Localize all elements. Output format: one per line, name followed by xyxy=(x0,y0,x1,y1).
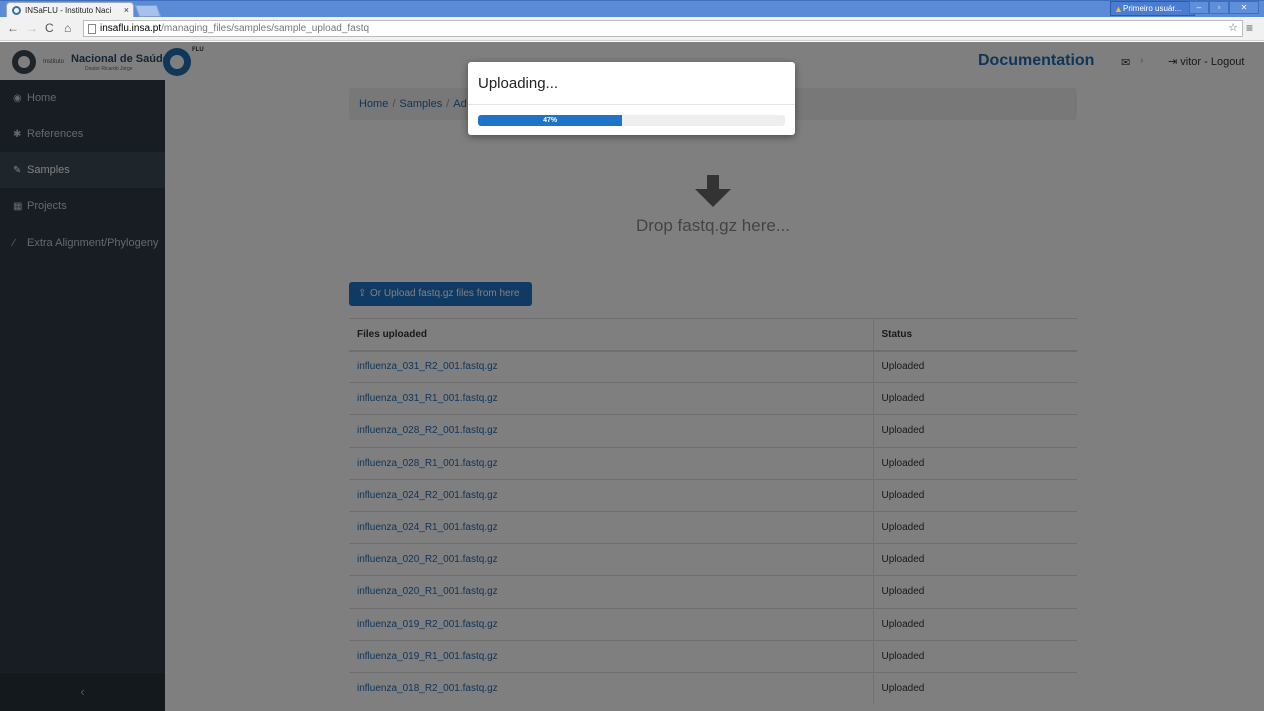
favicon-icon xyxy=(12,6,21,15)
modal-title: Uploading... xyxy=(478,75,559,92)
menu-icon[interactable]: ≡ xyxy=(1246,21,1253,35)
upload-progress-track: 47% xyxy=(478,115,785,126)
forward-icon[interactable]: → xyxy=(26,21,38,35)
upload-progress-bar: 47% xyxy=(478,115,623,126)
new-tab-button[interactable] xyxy=(134,5,162,17)
page-icon xyxy=(88,24,96,34)
close-window-button[interactable]: ✕ xyxy=(1229,1,1259,14)
home-icon[interactable]: ⌂ xyxy=(64,21,71,35)
tab-title: INSaFLU - Instituto Naci xyxy=(25,6,112,15)
window-controls: – ▫ ✕ xyxy=(1189,1,1259,14)
browser-tab-strip: INSaFLU - Instituto Naci × ▲ Primeiro us… xyxy=(0,0,1264,18)
minimize-button[interactable]: – xyxy=(1189,1,1209,14)
warning-icon: ▲ xyxy=(1114,4,1123,14)
restore-button[interactable]: ▫ xyxy=(1209,1,1229,14)
browser-tab[interactable]: INSaFLU - Instituto Naci × xyxy=(6,2,134,18)
url-host: insaflu.insa.pt xyxy=(100,23,162,34)
back-icon[interactable]: ← xyxy=(7,21,19,35)
bookmark-star-icon[interactable]: ☆ xyxy=(1228,21,1238,36)
reload-icon[interactable]: C xyxy=(45,21,54,35)
tab-close-icon[interactable]: × xyxy=(124,3,129,18)
upload-progress-modal: Uploading... 47% xyxy=(468,62,795,135)
browser-user-badge[interactable]: ▲ Primeiro usuár... xyxy=(1110,1,1195,16)
browser-toolbar: ← → C ⌂ insaflu.insa.pt/managing_files/s… xyxy=(0,17,1264,41)
address-bar[interactable]: insaflu.insa.pt/managing_files/samples/s… xyxy=(83,20,1243,37)
modal-backdrop xyxy=(0,42,1264,711)
browser-user-label: Primeiro usuár... xyxy=(1123,4,1182,13)
modal-divider xyxy=(468,104,795,105)
url-path: /managing_files/samples/sample_upload_fa… xyxy=(161,23,370,34)
